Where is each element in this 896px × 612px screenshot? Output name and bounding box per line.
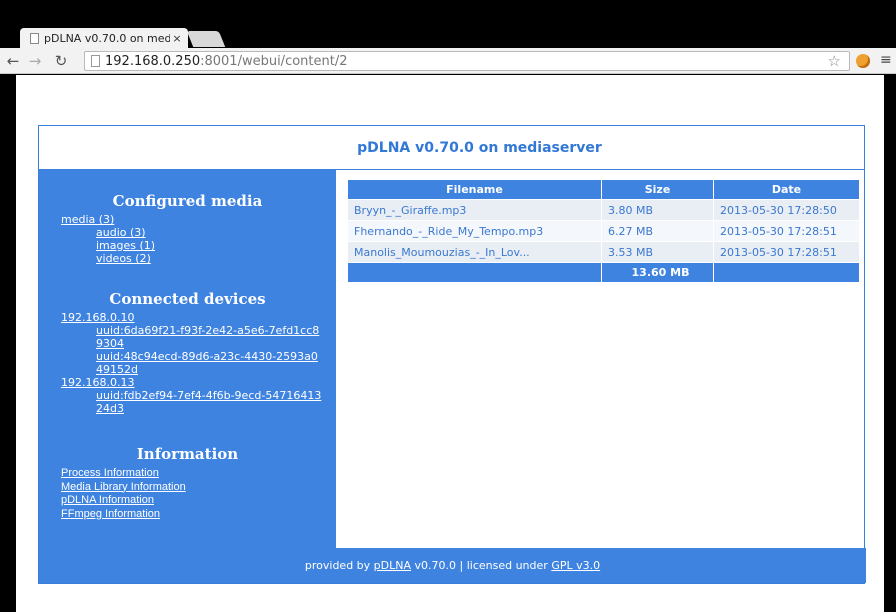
- back-arrow-icon[interactable]: ←: [4, 51, 22, 71]
- device-host-link[interactable]: 192.168.0.10: [61, 311, 336, 324]
- date-cell: 2013-05-30 17:28:51: [713, 241, 860, 263]
- forward-arrow-icon[interactable]: →: [26, 51, 44, 71]
- connected-devices-title: Connected devices: [109, 290, 266, 308]
- size-cell: 6.27 MB: [601, 220, 714, 242]
- menu-icon[interactable]: ≡: [880, 52, 892, 68]
- configured-media-section: Configured media media (3) audio (3) ima…: [39, 192, 336, 265]
- bookmark-star-icon[interactable]: ☆: [828, 52, 841, 70]
- page-footer: provided by pDLNA v0.70.0 | licensed und…: [39, 548, 866, 583]
- total-empty-cell: [347, 262, 602, 283]
- ffmpeg-information-link[interactable]: FFmpeg Information: [61, 508, 336, 522]
- page-title: pDLNA v0.70.0 on mediaserver: [357, 139, 602, 156]
- date-cell: 2013-05-30 17:28:50: [713, 199, 860, 221]
- total-size-cell: 13.60 MB: [601, 262, 714, 283]
- footer-prefix: provided by: [304, 559, 371, 572]
- close-tab-icon[interactable]: ×: [170, 32, 184, 45]
- date-cell: 2013-05-30 17:28:51: [713, 220, 860, 242]
- page-header: pDLNA v0.70.0 on mediaserver: [39, 126, 864, 170]
- footer-middle: v0.70.0 | licensed under: [414, 559, 548, 572]
- cookie-extension-icon[interactable]: [856, 54, 870, 68]
- filename-cell[interactable]: Manolis_Moumouzias_-_In_Lov...: [347, 241, 602, 263]
- table-row[interactable]: Fhernando_-_Ride_My_Tempo.mp3 6.27 MB 20…: [347, 220, 860, 242]
- page-favicon-icon: [30, 33, 39, 44]
- media-root-link[interactable]: media (3): [61, 213, 336, 226]
- table-header-row: Filename Size Date: [347, 179, 860, 200]
- connected-devices-section: Connected devices 192.168.0.10 uuid:6da6…: [39, 290, 336, 415]
- reload-icon[interactable]: ↻: [52, 51, 70, 71]
- pdlna-link[interactable]: pDLNA: [374, 559, 411, 572]
- browser-toolbar: ← → ↻ 192.168.0.250:8001/webui/content/2…: [0, 48, 896, 74]
- content-frame: pDLNA v0.70.0 on mediaserver Configured …: [38, 125, 866, 584]
- filename-cell[interactable]: Bryyn_-_Giraffe.mp3: [347, 199, 602, 221]
- information-section: Information Process Information Media Li…: [39, 445, 336, 521]
- browser-tab[interactable]: pDLNA v0.70.0 on mediase ×: [20, 28, 188, 49]
- size-cell: 3.80 MB: [601, 199, 714, 221]
- gpl-license-link[interactable]: GPL v3.0: [551, 559, 600, 572]
- table-row[interactable]: Manolis_Moumouzias_-_In_Lov... 3.53 MB 2…: [347, 241, 860, 263]
- table-row[interactable]: Bryyn_-_Giraffe.mp3 3.80 MB 2013-05-30 1…: [347, 199, 860, 221]
- media-audio-link[interactable]: audio (3): [96, 226, 336, 239]
- device-uuid-link[interactable]: uuid:6da69f21-f93f-2e42-a5e6-7efd1cc8930…: [96, 324, 324, 350]
- information-title: Information: [136, 445, 239, 463]
- table-total-row: 13.60 MB: [347, 262, 860, 283]
- device-uuid-link[interactable]: uuid:fdb2ef94-7ef4-4f6b-9ecd-5471641324d…: [96, 389, 324, 415]
- media-library-information-link[interactable]: Media Library Information: [61, 481, 336, 495]
- column-header-date[interactable]: Date: [713, 179, 860, 200]
- window-edge: [884, 75, 896, 612]
- sidebar: Configured media media (3) audio (3) ima…: [39, 170, 336, 549]
- pdlna-information-link[interactable]: pDLNA Information: [61, 494, 336, 508]
- process-information-link[interactable]: Process Information: [61, 467, 336, 481]
- total-empty-cell: [713, 262, 860, 283]
- file-table: Filename Size Date Bryyn_-_Giraffe.mp3 3…: [347, 179, 860, 283]
- tab-title: pDLNA v0.70.0 on mediase: [44, 32, 170, 45]
- column-header-size[interactable]: Size: [601, 179, 714, 200]
- page-icon: [91, 55, 100, 67]
- url-host: 192.168.0.250: [105, 53, 201, 69]
- address-bar[interactable]: 192.168.0.250:8001/webui/content/2 ☆: [84, 51, 850, 71]
- url-path: :8001/webui/content/2: [200, 53, 348, 69]
- media-images-link[interactable]: images (1): [96, 239, 336, 252]
- size-cell: 3.53 MB: [601, 241, 714, 263]
- device-host-link[interactable]: 192.168.0.13: [61, 376, 336, 389]
- tab-strip: pDLNA v0.70.0 on mediase ×: [0, 0, 896, 49]
- new-tab-button[interactable]: [186, 31, 226, 47]
- filename-cell[interactable]: Fhernando_-_Ride_My_Tempo.mp3: [347, 220, 602, 242]
- page-viewport: pDLNA v0.70.0 on mediaserver Configured …: [16, 75, 896, 612]
- configured-media-title: Configured media: [112, 192, 263, 210]
- device-uuid-link[interactable]: uuid:48c94ecd-89d6-a23c-4430-2593a049152…: [96, 350, 324, 376]
- media-videos-link[interactable]: videos (2): [96, 252, 336, 265]
- column-header-filename[interactable]: Filename: [347, 179, 602, 200]
